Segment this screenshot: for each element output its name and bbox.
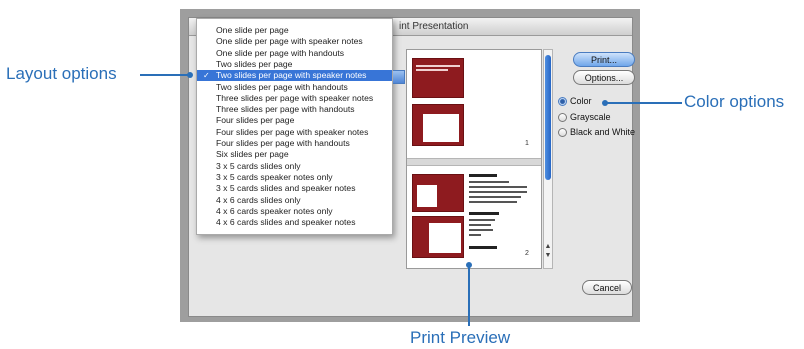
radio-grayscale[interactable]: Grayscale bbox=[558, 112, 611, 122]
popup-button-arrow-icon[interactable] bbox=[393, 70, 405, 84]
notes-heading bbox=[469, 174, 497, 177]
layout-menu-item[interactable]: One slide per page bbox=[197, 25, 392, 36]
print-preview: 1 2 bbox=[406, 49, 542, 269]
radio-color[interactable]: Color bbox=[558, 96, 592, 106]
layout-menu-item[interactable]: Six slides per page bbox=[197, 149, 392, 160]
callout-line bbox=[140, 74, 191, 76]
radio-black-and-white[interactable]: Black and White bbox=[558, 127, 635, 137]
preview-slide-thumbnail bbox=[412, 58, 464, 98]
layout-menu-item-label: 3 x 5 cards speaker notes only bbox=[216, 171, 333, 182]
layout-menu-item[interactable]: Three slides per page with speaker notes bbox=[197, 93, 392, 104]
scroll-down-arrow-icon[interactable]: ▼ bbox=[544, 251, 552, 260]
layout-menu-item-label: Three slides per page with speaker notes bbox=[216, 92, 374, 103]
scrollbar-thumb[interactable] bbox=[545, 55, 551, 180]
layout-menu-item-label: 4 x 6 cards slides only bbox=[216, 194, 301, 205]
preview-page-1: 1 bbox=[407, 50, 541, 158]
layout-menu-item[interactable]: Two slides per page with handouts bbox=[197, 82, 392, 93]
layout-menu-item-label: 4 x 6 cards slides and speaker notes bbox=[216, 217, 356, 228]
notes-line bbox=[469, 201, 517, 203]
layout-menu-item-label: Three slides per page with handouts bbox=[216, 104, 355, 115]
layout-menu-item[interactable]: Four slides per page with handouts bbox=[197, 138, 392, 149]
layout-menu-item[interactable]: ✓ Two slides per page with speaker notes bbox=[197, 70, 392, 82]
preview-scrollbar[interactable]: ▲ ▼ bbox=[543, 49, 553, 269]
callout-line bbox=[606, 102, 682, 104]
preview-page-separator bbox=[407, 158, 541, 166]
layout-menu-item[interactable]: 3 x 5 cards speaker notes only bbox=[197, 172, 392, 183]
layout-menu-item-label: Two slides per page with speaker notes bbox=[216, 70, 367, 81]
layout-menu-item-label: 3 x 5 cards slides only bbox=[216, 160, 301, 171]
callout-dot bbox=[187, 72, 193, 78]
layout-menu-item-label: Four slides per page with handouts bbox=[216, 138, 350, 148]
notes-line bbox=[469, 186, 527, 188]
radio-label: Color bbox=[570, 96, 592, 106]
callout-print-preview: Print Preview bbox=[410, 328, 511, 347]
layout-menu-item[interactable]: Two slides per page bbox=[197, 59, 392, 70]
notes-heading bbox=[469, 246, 497, 249]
radio-label: Grayscale bbox=[570, 112, 611, 122]
layout-menu-item[interactable]: 3 x 5 cards slides and speaker notes bbox=[197, 183, 392, 194]
radio-unselected-icon bbox=[558, 112, 567, 122]
notes-line bbox=[469, 224, 491, 226]
layout-menu-item-label: One slide per page bbox=[216, 25, 289, 35]
callout-dot bbox=[466, 262, 472, 268]
notes-line bbox=[469, 229, 493, 231]
preview-page-2: 2 bbox=[407, 166, 541, 268]
radio-label: Black and White bbox=[570, 127, 636, 137]
layout-menu-item-label: Two slides per page with handouts bbox=[216, 81, 348, 92]
radio-selected-icon bbox=[558, 96, 567, 106]
notes-heading bbox=[469, 212, 499, 215]
layout-menu-item[interactable]: Four slides per page bbox=[197, 115, 392, 126]
print-button[interactable]: Print... bbox=[573, 52, 635, 67]
preview-page-number: 1 bbox=[525, 140, 529, 147]
options-button[interactable]: Options... bbox=[573, 70, 635, 85]
radio-unselected-icon bbox=[558, 127, 567, 137]
layout-menu-item-label: One slide per page with speaker notes bbox=[216, 36, 363, 47]
layout-menu-item-label: Two slides per page bbox=[216, 58, 293, 69]
layout-menu-item[interactable]: Four slides per page with speaker notes bbox=[197, 127, 392, 138]
preview-page-number: 2 bbox=[525, 250, 529, 257]
layout-menu-item-label: Four slides per page bbox=[216, 115, 295, 126]
notes-line bbox=[469, 181, 509, 183]
layout-menu-item-label: One slide per page with handouts bbox=[216, 47, 345, 58]
scroll-up-arrow-icon[interactable]: ▲ bbox=[544, 242, 552, 251]
layout-menu-item[interactable]: One slide per page with handouts bbox=[197, 48, 392, 59]
notes-line bbox=[469, 196, 521, 198]
callout-dot bbox=[602, 100, 608, 106]
cancel-button[interactable]: Cancel bbox=[582, 280, 632, 295]
layout-menu-item-label: 3 x 5 cards slides and speaker notes bbox=[216, 183, 356, 194]
dialog-title: int Presentation bbox=[399, 21, 469, 32]
layout-menu-item-label: Six slides per page bbox=[216, 149, 289, 160]
layout-menu-item-label: 4 x 6 cards speaker notes only bbox=[216, 205, 333, 216]
preview-slide-thumbnail bbox=[412, 174, 464, 212]
layout-popup-menu[interactable]: One slide per page One slide per page wit… bbox=[196, 18, 393, 235]
notes-line bbox=[469, 191, 527, 193]
layout-menu-item[interactable]: Three slides per page with handouts bbox=[197, 104, 392, 115]
callout-line bbox=[468, 266, 470, 326]
notes-line bbox=[469, 234, 481, 236]
callout-layout-options: Layout options bbox=[6, 64, 117, 83]
checkmark-icon: ✓ bbox=[203, 71, 210, 81]
layout-menu-item[interactable]: One slide per page with speaker notes bbox=[197, 36, 392, 47]
layout-menu-item[interactable]: 4 x 6 cards speaker notes only bbox=[197, 206, 392, 217]
preview-slide-thumbnail bbox=[412, 216, 464, 258]
layout-menu-item[interactable]: 3 x 5 cards slides only bbox=[197, 161, 392, 172]
layout-menu-item-label: Four slides per page with speaker notes bbox=[216, 126, 369, 137]
layout-menu-item[interactable]: 4 x 6 cards slides only bbox=[197, 195, 392, 206]
layout-menu-item[interactable]: 4 x 6 cards slides and speaker notes bbox=[197, 217, 392, 228]
preview-slide-thumbnail bbox=[412, 104, 464, 146]
notes-line bbox=[469, 219, 495, 221]
callout-color-options: Color options bbox=[684, 92, 785, 111]
